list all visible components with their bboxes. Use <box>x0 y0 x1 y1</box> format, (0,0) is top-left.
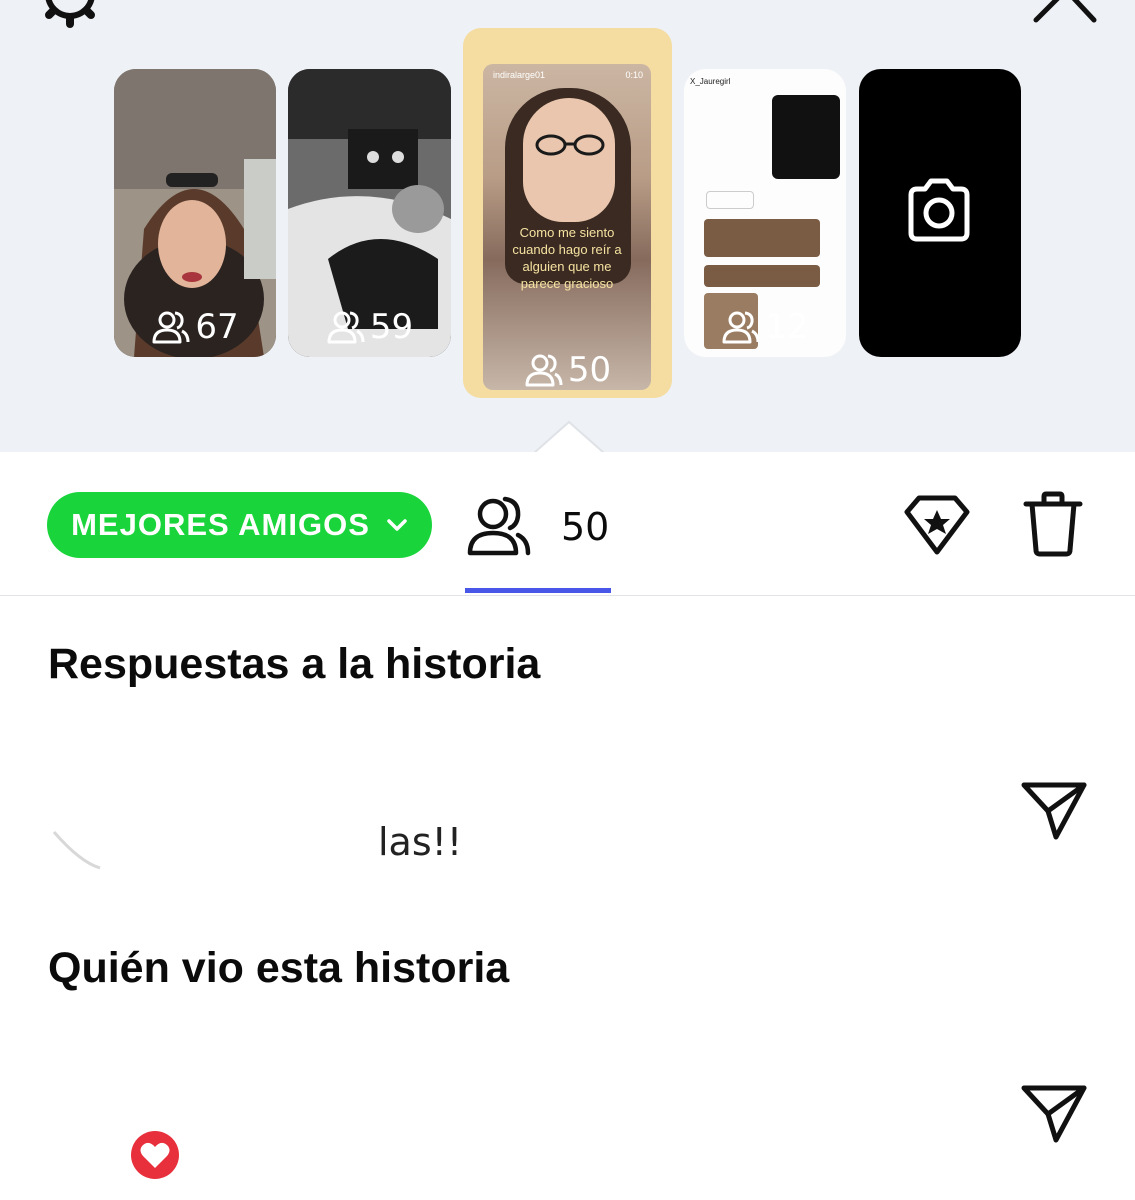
viewer-count: 12 <box>684 307 846 347</box>
send-icon[interactable] <box>1020 779 1088 841</box>
selection-pointer <box>534 420 604 454</box>
story-carousel: 67 59 indiralarge01 0:10 Como me siento … <box>0 0 1135 454</box>
heart-icon <box>131 1131 179 1179</box>
story-thumbnail-2[interactable]: 59 <box>288 69 451 357</box>
viewers-icon <box>152 311 190 344</box>
replies-section-title: Respuestas a la historia <box>48 640 541 688</box>
story-photo <box>523 98 615 222</box>
tab-viewers[interactable]: 50 <box>465 492 609 562</box>
story-chat-header: X_Jauregirl <box>690 77 731 86</box>
viewers-section-title: Quién vio esta historia <box>48 944 510 992</box>
avatar <box>52 831 101 870</box>
glasses-graphic <box>535 134 605 156</box>
reply-text: las!! <box>378 820 463 858</box>
audience-label: MEJORES AMIGOS <box>71 507 370 542</box>
add-story-camera[interactable] <box>859 69 1021 357</box>
viewer-count: 59 <box>288 307 451 347</box>
highlight-icon[interactable] <box>901 492 973 558</box>
viewer-count: 50 <box>561 505 610 549</box>
story-chip <box>706 191 754 209</box>
viewers-icon <box>722 311 760 344</box>
story-thumbnail-1[interactable]: 67 <box>114 69 276 357</box>
trash-icon[interactable] <box>1022 490 1084 558</box>
viewer-count: 67 <box>114 307 276 347</box>
viewers-icon <box>525 354 563 387</box>
story-media <box>772 95 840 179</box>
chevron-down-icon <box>387 519 407 531</box>
audience-selector-button[interactable]: MEJORES AMIGOS <box>47 492 432 558</box>
gear-icon[interactable] <box>36 0 104 28</box>
story-bubble <box>704 219 820 257</box>
story-bubble <box>704 265 820 287</box>
story-thumbnail-4[interactable]: X_Jauregirl 12 <box>684 69 846 357</box>
story-preview: indiralarge01 0:10 Como me siento cuando… <box>483 64 651 390</box>
viewer-count: 50 <box>463 350 672 390</box>
viewers-icon <box>467 496 531 556</box>
camera-icon <box>908 178 970 242</box>
story-toolbar: MEJORES AMIGOS 50 <box>0 452 1135 596</box>
story-username: indiralarge01 <box>493 70 546 80</box>
story-thumbnail-selected[interactable]: indiralarge01 0:10 Como me siento cuando… <box>463 28 672 398</box>
story-time: 0:10 <box>625 70 643 80</box>
active-tab-indicator <box>465 588 611 593</box>
close-icon[interactable] <box>1032 0 1098 26</box>
story-caption: Como me siento cuando hago reír a alguie… <box>512 225 622 291</box>
send-icon[interactable] <box>1020 1082 1088 1144</box>
viewers-icon <box>327 311 365 344</box>
